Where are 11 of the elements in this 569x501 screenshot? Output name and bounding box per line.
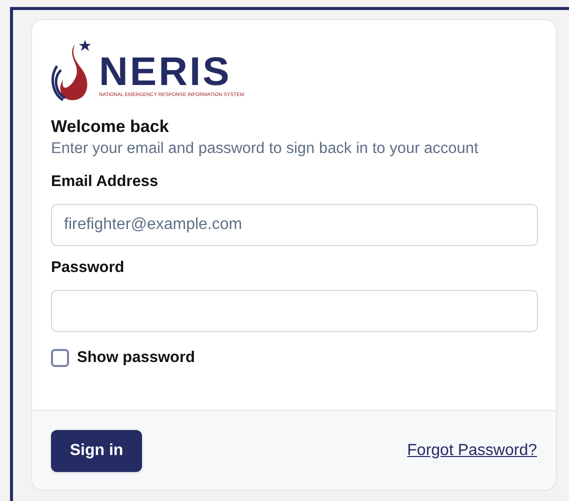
sign-in-button[interactable]: Sign in xyxy=(51,430,142,472)
forgot-password-link[interactable]: Forgot Password? xyxy=(407,438,537,462)
welcome-subtitle: Enter your email and password to sign back in to your account xyxy=(51,139,480,159)
checkbox-label: Show password xyxy=(77,348,195,368)
input-field[interactable] xyxy=(51,290,538,332)
field-label: Email Address xyxy=(51,172,160,192)
field-label: Password xyxy=(51,258,126,278)
logo-wordmark: NERIS xyxy=(99,52,232,92)
checkbox[interactable] xyxy=(51,348,69,367)
input-field[interactable]: firefighter@example.com xyxy=(51,204,538,246)
welcome-heading: Welcome back xyxy=(51,116,170,138)
